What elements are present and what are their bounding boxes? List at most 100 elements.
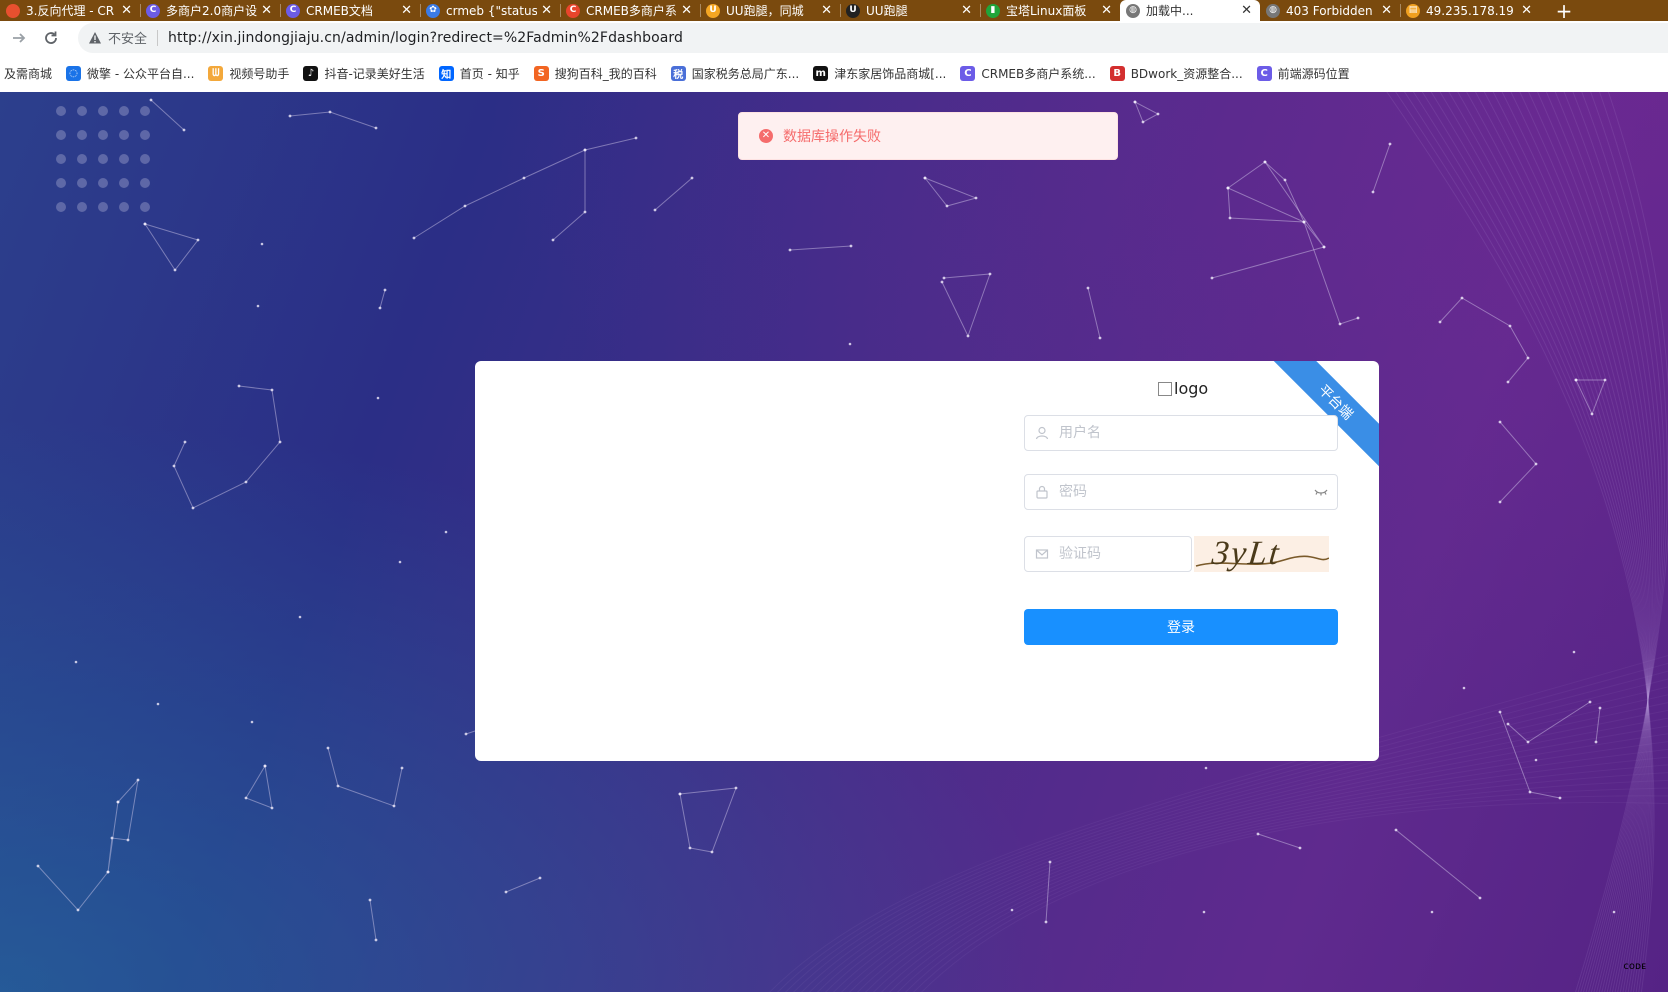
captcha-input[interactable]: [1057, 545, 1191, 563]
tax-icon: 税: [670, 65, 686, 81]
uu-icon: U: [846, 3, 860, 18]
browser-tab[interactable]: C CRMEB文档 ✕: [280, 0, 420, 21]
new-tab-button[interactable]: +: [1540, 0, 1588, 21]
username-input[interactable]: [1057, 424, 1337, 442]
bookmark-item[interactable]: ♪ 抖音-记录美好生活: [303, 65, 425, 82]
close-icon[interactable]: ✕: [961, 4, 972, 17]
bg-star: [1256, 832, 1260, 836]
bg-constellation-line: [552, 150, 586, 241]
bg-star: [1394, 828, 1398, 832]
bg-constellation-line: [327, 747, 403, 807]
close-icon[interactable]: ✕: [1521, 4, 1532, 17]
bg-curve: [857, 741, 1668, 992]
bg-dot: [77, 202, 87, 212]
bg-star: [848, 342, 852, 346]
bg-dot: [98, 154, 108, 164]
close-icon[interactable]: ✕: [261, 4, 272, 17]
close-icon[interactable]: ✕: [1101, 4, 1112, 17]
browser-tab[interactable]: ▮ 宝塔Linux面板 ✕: [980, 0, 1120, 21]
close-icon[interactable]: ✕: [121, 4, 132, 17]
reload-button[interactable]: [38, 25, 64, 51]
bg-star: [653, 208, 657, 212]
globe-icon: ◍: [1266, 3, 1280, 18]
bg-star: [1558, 796, 1562, 800]
bg-star: [1506, 722, 1510, 726]
bg-star: [1202, 910, 1206, 914]
bg-constellation-line: [289, 111, 377, 129]
bg-constellation-line: [1372, 143, 1391, 193]
password-input[interactable]: [1057, 483, 1313, 501]
bg-star: [244, 480, 248, 484]
bg-star: [143, 222, 147, 226]
url-text[interactable]: http://xin.jindongjiaju.cn/admin/login?r…: [168, 30, 683, 46]
login-button[interactable]: 登录: [1024, 609, 1338, 645]
alert-message: 数据库操作失败: [783, 129, 881, 145]
bg-star: [126, 838, 130, 842]
insecure-label[interactable]: 不安全: [108, 28, 147, 47]
bg-curve: [1386, 92, 1655, 992]
bookmark-item[interactable]: C 前端源码位置: [1256, 65, 1350, 82]
bg-star: [538, 876, 542, 880]
bookmark-item[interactable]: 税国家税务总局广东...: [670, 65, 799, 82]
close-icon[interactable]: ✕: [681, 4, 692, 17]
address-bar[interactable]: 不安全 http://xin.jindongjiaju.cn/admin/log…: [78, 22, 1668, 53]
bg-star: [288, 114, 292, 118]
password-field[interactable]: [1024, 474, 1338, 510]
bg-star: [1298, 846, 1302, 850]
bg-star: [374, 938, 378, 942]
browser-tab[interactable]: U UU跑腿，同城 ✕: [700, 0, 840, 21]
bookmark-item[interactable]: 知首页 - 知乎: [438, 65, 520, 82]
close-icon[interactable]: ✕: [821, 4, 832, 17]
bg-star: [191, 506, 195, 510]
bg-star: [156, 702, 160, 706]
browser-tab[interactable]: ◍ 403 Forbidden ✕: [1260, 0, 1400, 21]
bg-star: [788, 248, 792, 252]
bg-star: [504, 890, 508, 894]
bg-star: [36, 864, 40, 868]
bookmark-item[interactable]: S 搜狗百科_我的百科: [533, 65, 657, 82]
bg-constellation-line: [1134, 101, 1160, 123]
bookmark-label: 及需商城: [4, 66, 53, 81]
bg-star: [196, 238, 200, 242]
bg-star: [1263, 160, 1267, 164]
browser-tab[interactable]: 3.反向代理 - CR ✕: [0, 0, 140, 21]
bookmark-item[interactable]: B BDwork_资源整合...: [1109, 65, 1243, 82]
browser-tab[interactable]: ◍ 加载中... ✕: [1120, 0, 1260, 21]
bg-star: [1498, 500, 1502, 504]
bookmark-item[interactable]: ᗯ 视频号助手: [208, 65, 289, 82]
bookmark-item[interactable]: ◌ 微擎 - 公众平台自...: [66, 65, 194, 82]
crmeb-icon: C: [286, 3, 300, 18]
browser-tab[interactable]: C CRMEB多商户系 ✕: [560, 0, 700, 21]
bg-star: [336, 784, 340, 788]
bookmark-item[interactable]: C CRMEB多商户系统...: [960, 65, 1096, 82]
close-icon[interactable]: ✕: [541, 4, 552, 17]
bg-star: [270, 388, 274, 392]
bg-star: [1356, 316, 1360, 320]
username-field[interactable]: [1024, 415, 1338, 451]
close-icon[interactable]: ✕: [401, 4, 412, 17]
bg-star: [1526, 740, 1530, 744]
browser-tab[interactable]: ▤ 49.235.178.19 ✕: [1400, 0, 1540, 21]
close-icon[interactable]: ✕: [1381, 4, 1392, 17]
close-icon[interactable]: ✕: [1241, 4, 1252, 17]
bg-curve: [1412, 92, 1652, 992]
captcha-image[interactable]: 3yLt: [1194, 536, 1329, 572]
bg-star: [444, 530, 448, 534]
bg-dot: [119, 130, 129, 140]
bookmark-item[interactable]: 及需商城: [4, 65, 52, 82]
bg-dot: [98, 202, 108, 212]
bdwork-icon: B: [1109, 65, 1125, 81]
tab-title: crmeb {"status: [446, 3, 538, 18]
captcha-field[interactable]: [1024, 536, 1192, 572]
forward-button[interactable]: [6, 25, 32, 51]
browser-tab[interactable]: C 多商户2.0商户设 ✕: [140, 0, 280, 21]
bg-star: [383, 288, 387, 292]
bg-dot: [56, 154, 66, 164]
bg-star: [522, 176, 526, 180]
eye-closed-icon[interactable]: [1313, 485, 1329, 499]
browser-tab[interactable]: U UU跑腿 ✕: [840, 0, 980, 21]
bookmark-item[interactable]: m 津东家居饰品商城[...: [813, 65, 946, 82]
bg-star: [250, 720, 254, 724]
browser-tab[interactable]: ✿ crmeb {"status ✕: [420, 0, 560, 21]
bg-curve: [913, 795, 1668, 992]
